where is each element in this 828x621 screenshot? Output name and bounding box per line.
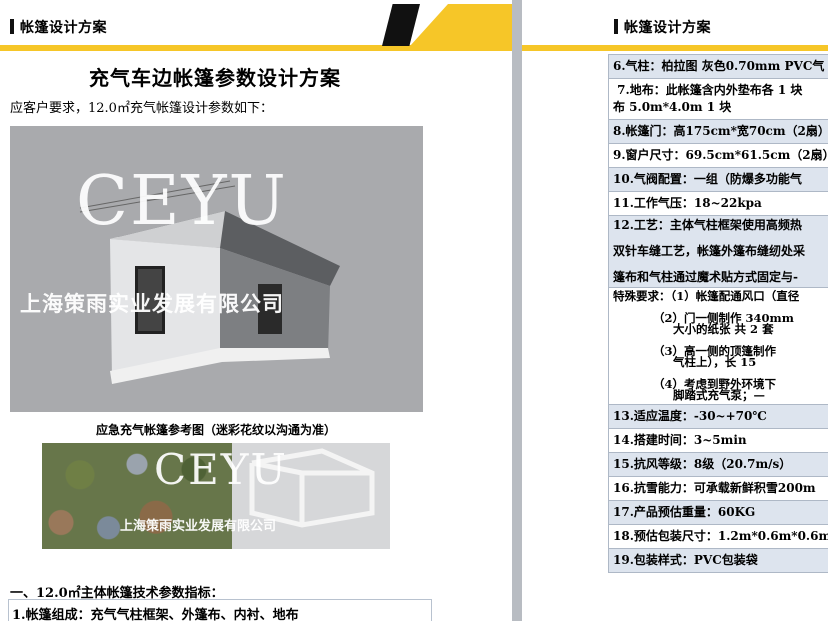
ceyu-logo-watermark: CEYU — [76, 162, 288, 241]
spec-row-special: 特殊要求：（1）帐篷配通风口（直径 （2）门一侧制作 340mm 大小的纸张 共… — [608, 288, 828, 405]
spec-row-11: 11.工作气压：18~22kpa — [608, 192, 828, 216]
ceyu-logo-watermark-small: CEYU — [154, 445, 288, 494]
image-caption: 应急充气帐篷参考图（迷彩花纹以沟通为准） — [95, 423, 336, 437]
spec-row-18: 18.预估包装尺寸：1.2m*0.6m*0.6m — [608, 525, 828, 549]
camo-frame-image: CEYU 上海策雨实业发展有限公司 — [42, 443, 390, 549]
left-page: 帐篷设计方案 充气车边帐篷参数设计方案 应客户要求，12.0㎡充气帐篷设计参数如… — [0, 0, 512, 621]
company-watermark: 上海策雨实业发展有限公司 — [20, 292, 284, 316]
intro-text: 应客户要求，12.0㎡充气帐篷设计参数如下： — [10, 101, 273, 116]
spec-row-8: 8.帐篷门：高175cm*宽70cm（2扇） — [608, 120, 828, 144]
left-page-header: 帐篷设计方案 — [0, 0, 512, 52]
spec-row-14: 14.搭建时间：3~5min — [608, 429, 828, 453]
spec-row-1: 1.帐篷组成：充气气柱框架、外篷布、内衬、地布 — [12, 608, 299, 621]
right-spec-table: 6.气柱：柏拉图 灰色0.70mm PVC气 7.地布：此帐篷含内外垫布各 1 … — [608, 54, 828, 573]
spec-row-15: 15.抗风等级：8级（20.7m/s） — [608, 453, 828, 477]
spec-row-7: 7.地布：此帐篷含内外垫布各 1 块 布 5.0m*4.0m 1 块 — [608, 79, 828, 120]
spec-row-9: 9.窗户尺寸：69.5cm*61.5cm（2扇） — [608, 144, 828, 168]
spec-row-6: 6.气柱：柏拉图 灰色0.70mm PVC气 — [608, 55, 828, 79]
spec-row-16: 16.抗雪能力：可承载新鲜积雪200m — [608, 477, 828, 501]
page-gap — [512, 0, 522, 621]
spec-row-17: 17.产品预估重量：60KG — [608, 501, 828, 525]
spec-row-13: 13.适应温度：-30~+70℃ — [608, 405, 828, 429]
company-watermark-small: 上海策雨实业发展有限公司 — [120, 519, 277, 534]
right-page: 帐篷设计方案 6.气柱：柏拉图 灰色0.70mm PVC气 7.地布：此帐篷含内… — [522, 0, 828, 621]
left-header-title: 帐篷设计方案 — [20, 20, 107, 36]
header-bar-icon — [10, 19, 14, 34]
header-accent-line-right — [522, 45, 828, 51]
tent-render-image: CEYU 上海策雨实业发展有限公司 — [10, 126, 423, 412]
spec-row-10: 10.气阀配置：一组（防爆多功能气 — [608, 168, 828, 192]
right-page-header: 帐篷设计方案 — [522, 0, 828, 52]
right-header-title: 帐篷设计方案 — [624, 20, 711, 36]
spec-row-12: 12.工艺：主体气柱框架使用高频热 双针车缝工艺，帐篷外篷布缝纫处采 篷布和气柱… — [608, 216, 828, 288]
document-title: 充气车边帐篷参数设计方案 — [89, 66, 341, 90]
header-bar-icon-right — [614, 19, 618, 34]
left-spec-table: 1.帐篷组成：充气气柱框架、外篷布、内衬、地布 — [8, 599, 432, 621]
spec-row-19: 19.包装样式：PVC包装袋 — [608, 549, 828, 573]
